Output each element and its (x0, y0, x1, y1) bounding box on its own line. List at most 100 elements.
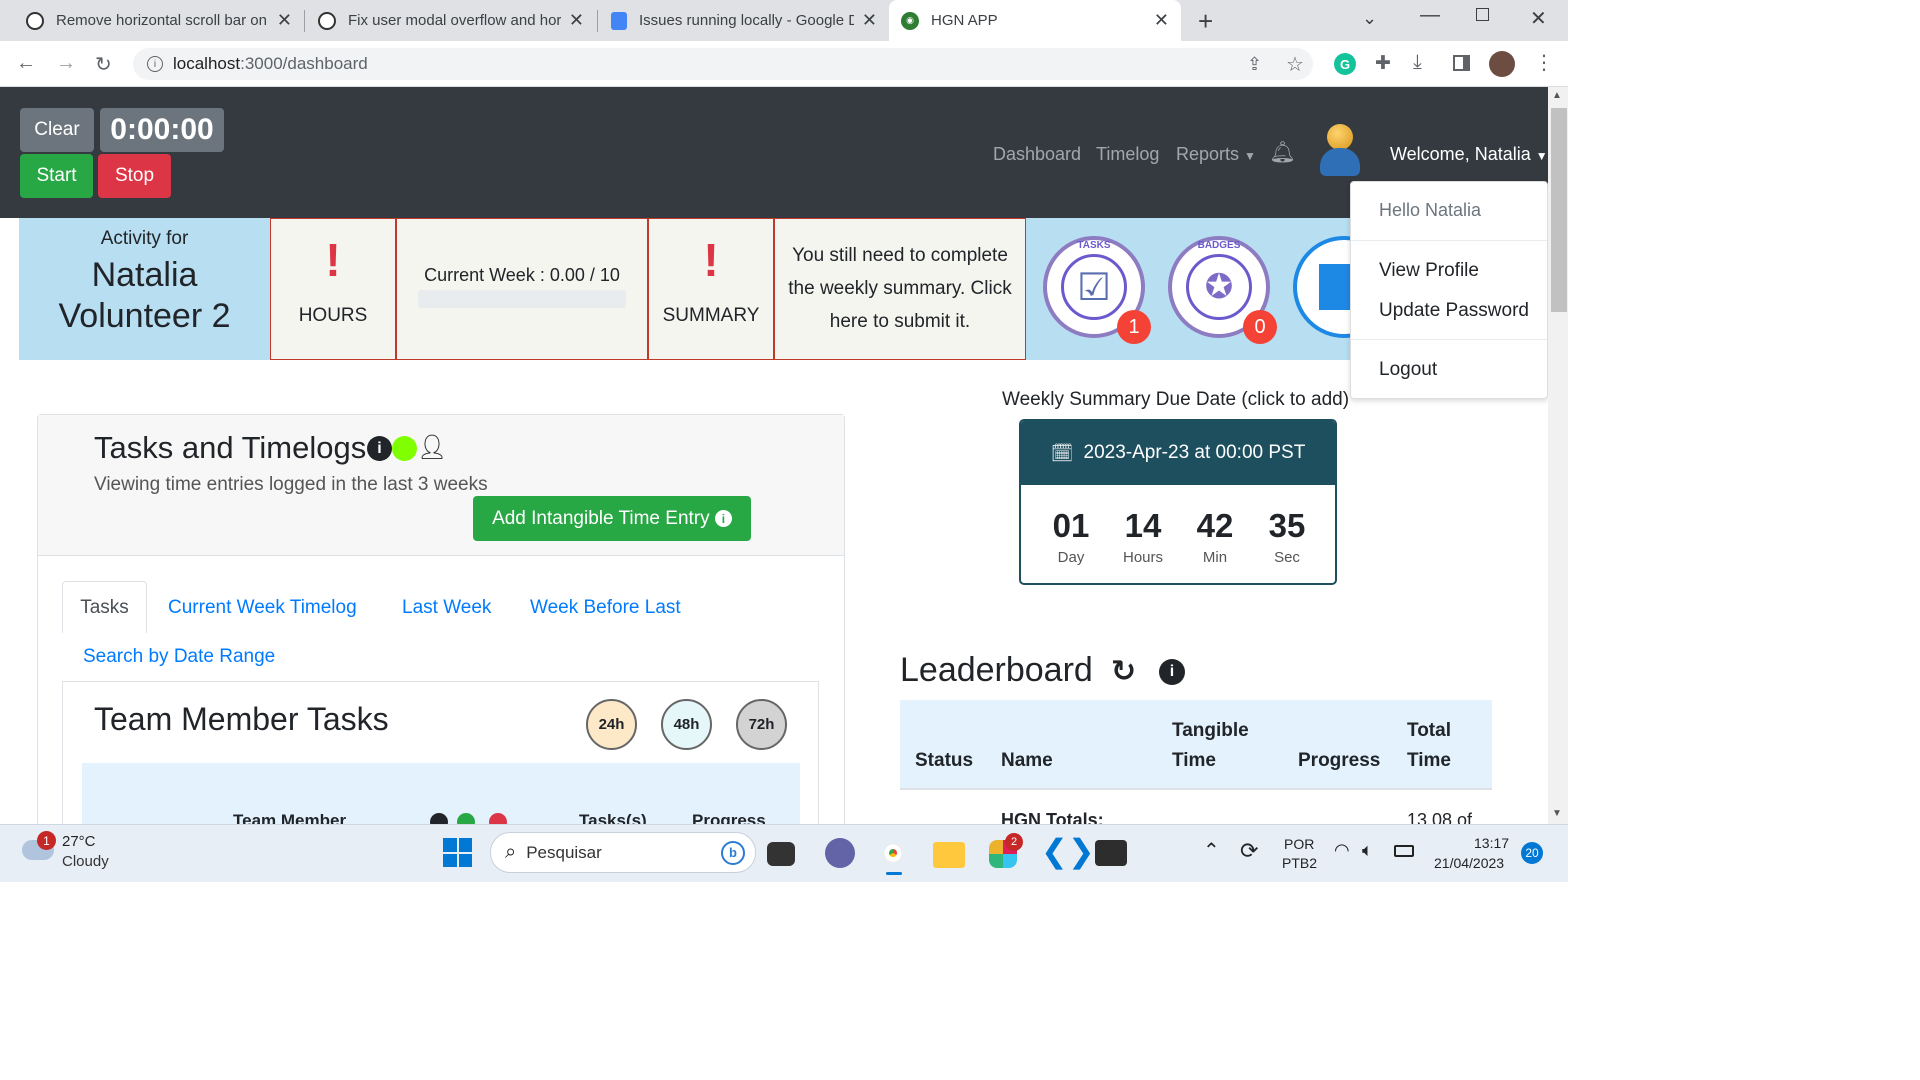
wifi-icon[interactable]: ◠ (1334, 840, 1350, 861)
lb-col-name: Name (1001, 750, 1053, 771)
refresh-icon[interactable]: ↻ (1111, 654, 1136, 689)
grammarly-icon[interactable]: G (1334, 53, 1356, 75)
file-explorer-icon[interactable] (933, 842, 965, 868)
restore-icon[interactable] (1476, 8, 1489, 21)
check-icon (457, 813, 475, 824)
add-intangible-time-button[interactable]: Add Intangible Time Entry i (473, 496, 751, 541)
bookmark-star-icon[interactable]: ☆ (1286, 52, 1304, 77)
hours-cell[interactable]: ! HOURS (270, 218, 396, 360)
lb-totals-name: HGN Totals: (1001, 810, 1104, 824)
volume-icon[interactable]: 🔈︎ (1362, 840, 1373, 861)
user-icon[interactable]: 👤︎ (417, 433, 447, 462)
summary-reminder-cell[interactable]: You still need to complete the weekly su… (774, 218, 1026, 360)
nav-timelog[interactable]: Timelog (1096, 144, 1159, 165)
scroll-up-arrow-icon[interactable]: ▲ (1552, 90, 1562, 101)
chrome-icon[interactable] (877, 837, 909, 869)
info-icon[interactable]: i (147, 56, 163, 72)
current-week-text: Current Week : 0.00 / 10 (424, 265, 620, 285)
task-view-icon[interactable] (767, 842, 795, 866)
language-indicator-1[interactable]: POR (1284, 836, 1314, 852)
tab-title: Remove horizontal scroll bar on c (56, 12, 269, 29)
countdown-min: 42 Min (1196, 507, 1234, 566)
timer-clear-button[interactable]: Clear (20, 108, 94, 152)
nav-reports-label: Reports (1176, 144, 1240, 164)
tab-last-week[interactable]: Last Week (402, 597, 491, 619)
blue-square-badge[interactable] (1293, 236, 1350, 338)
forward-icon[interactable]: → (56, 52, 76, 75)
tab-week-before-last[interactable]: Week Before Last (530, 597, 681, 619)
minimize-icon[interactable]: — (1420, 4, 1440, 27)
google-docs-icon (611, 11, 627, 30)
weather-badge: 1 (37, 831, 56, 850)
dropdown-update-password[interactable]: Update Password (1379, 300, 1529, 322)
close-tab-icon[interactable]: ✕ (1154, 10, 1169, 31)
browser-menu-icon[interactable]: ⋮ (1534, 50, 1554, 75)
terminal-icon[interactable] (1095, 840, 1127, 866)
nav-reports[interactable]: Reports ▼ (1176, 144, 1256, 165)
notification-bell-icon[interactable]: 🔔︎ (1269, 141, 1296, 165)
language-indicator-2[interactable]: PTB2 (1282, 855, 1317, 871)
extensions-icon[interactable]: ✚ (1375, 52, 1391, 75)
browser-tab-1[interactable]: Remove horizontal scroll bar on c ✕ (14, 0, 304, 41)
countdown-card[interactable]: 🗓︎ 2023-Apr-23 at 00:00 PST 01 Day 14 Hours… (1019, 419, 1337, 585)
taskbar-search[interactable]: ⌕ Pesquisar b (490, 832, 756, 873)
show-hidden-icons-chevron-icon[interactable]: ⌃ (1203, 838, 1220, 863)
hours-alert-icon: ! (325, 234, 341, 286)
summary-reminder-text: You still need to complete the weekly su… (788, 245, 1012, 332)
filter-72h-button[interactable]: 72h (736, 699, 787, 750)
battery-icon[interactable] (1394, 845, 1414, 857)
tab-divider (597, 10, 598, 32)
notification-count-badge[interactable]: 20 (1521, 842, 1543, 864)
windows-start-icon[interactable] (443, 838, 472, 867)
tab-current-week-timelog[interactable]: Current Week Timelog (168, 597, 357, 619)
summary-due-label[interactable]: Weekly Summary Due Date (click to add) (1002, 389, 1349, 411)
tab-search-date-range[interactable]: Search by Date Range (83, 646, 275, 668)
dropdown-view-profile[interactable]: View Profile (1379, 260, 1479, 282)
tasks-badge-text: TASKS (1077, 240, 1111, 251)
scrollbar-thumb[interactable] (1551, 108, 1567, 312)
filter-24h-button[interactable]: 24h (586, 699, 637, 750)
user-avatar-icon[interactable] (1318, 124, 1362, 176)
filter-48h-button[interactable]: 48h (661, 699, 712, 750)
status-dot-icon[interactable] (392, 436, 417, 461)
nav-dashboard[interactable]: Dashboard (993, 144, 1081, 165)
taskbar-time[interactable]: 13:17 (1474, 835, 1509, 851)
address-bar[interactable]: i localhost:3000/dashboard (133, 48, 1313, 80)
vscode-icon[interactable]: ❮❯ (1041, 835, 1095, 867)
timer-start-button[interactable]: Start (20, 154, 93, 198)
new-tab-button[interactable]: + (1198, 6, 1213, 37)
back-icon[interactable]: ← (16, 52, 36, 75)
close-tab-icon[interactable]: ✕ (569, 10, 584, 31)
close-window-icon[interactable]: ✕ (1530, 6, 1547, 31)
profile-avatar[interactable] (1489, 51, 1515, 77)
browser-tab-2[interactable]: Fix user modal overflow and hori ✕ (306, 0, 596, 41)
info-icon[interactable]: i (1159, 659, 1185, 685)
tab-search-chevron-icon[interactable]: ⌄ (1362, 8, 1377, 29)
browser-tab-4-active[interactable]: ◉ HGN APP ✕ (889, 0, 1181, 41)
summary-label: SUMMARY (662, 305, 760, 326)
close-tab-icon[interactable]: ✕ (862, 10, 877, 31)
nav-welcome-user[interactable]: Welcome, Natalia ▼ (1390, 144, 1548, 165)
dropdown-logout[interactable]: Logout (1379, 359, 1437, 381)
tab-tasks[interactable]: Tasks (62, 581, 147, 633)
browser-tab-3[interactable]: Issues running locally - Google D ✕ (599, 0, 889, 41)
weather-desc[interactable]: Cloudy (62, 853, 109, 870)
timer-stop-button[interactable]: Stop (98, 154, 171, 198)
close-tab-icon[interactable]: ✕ (277, 10, 292, 31)
tasks-subtitle: Viewing time entries logged in the last … (94, 474, 488, 495)
sync-icon[interactable]: ⟳ (1240, 838, 1258, 864)
leaderboard-totals-row: HGN Totals: 13.08 of (900, 792, 1492, 824)
summary-cell[interactable]: ! SUMMARY (648, 218, 774, 360)
taskbar-date[interactable]: 21/04/2023 (1434, 855, 1504, 871)
url-host: localhost (173, 54, 241, 73)
lb-col-tangible-time: Time (1172, 750, 1217, 771)
info-icon[interactable]: i (367, 436, 392, 461)
teams-chat-icon[interactable] (825, 838, 855, 868)
reload-icon[interactable]: ↻ (95, 52, 112, 77)
share-icon[interactable]: ⇪ (1247, 54, 1262, 75)
active-app-indicator (886, 872, 902, 875)
weather-temp[interactable]: 27°C (62, 833, 96, 850)
side-panel-icon[interactable] (1453, 55, 1470, 71)
download-icon[interactable]: ⤓ (1413, 51, 1422, 74)
scroll-down-arrow-icon[interactable]: ▼ (1552, 808, 1562, 819)
